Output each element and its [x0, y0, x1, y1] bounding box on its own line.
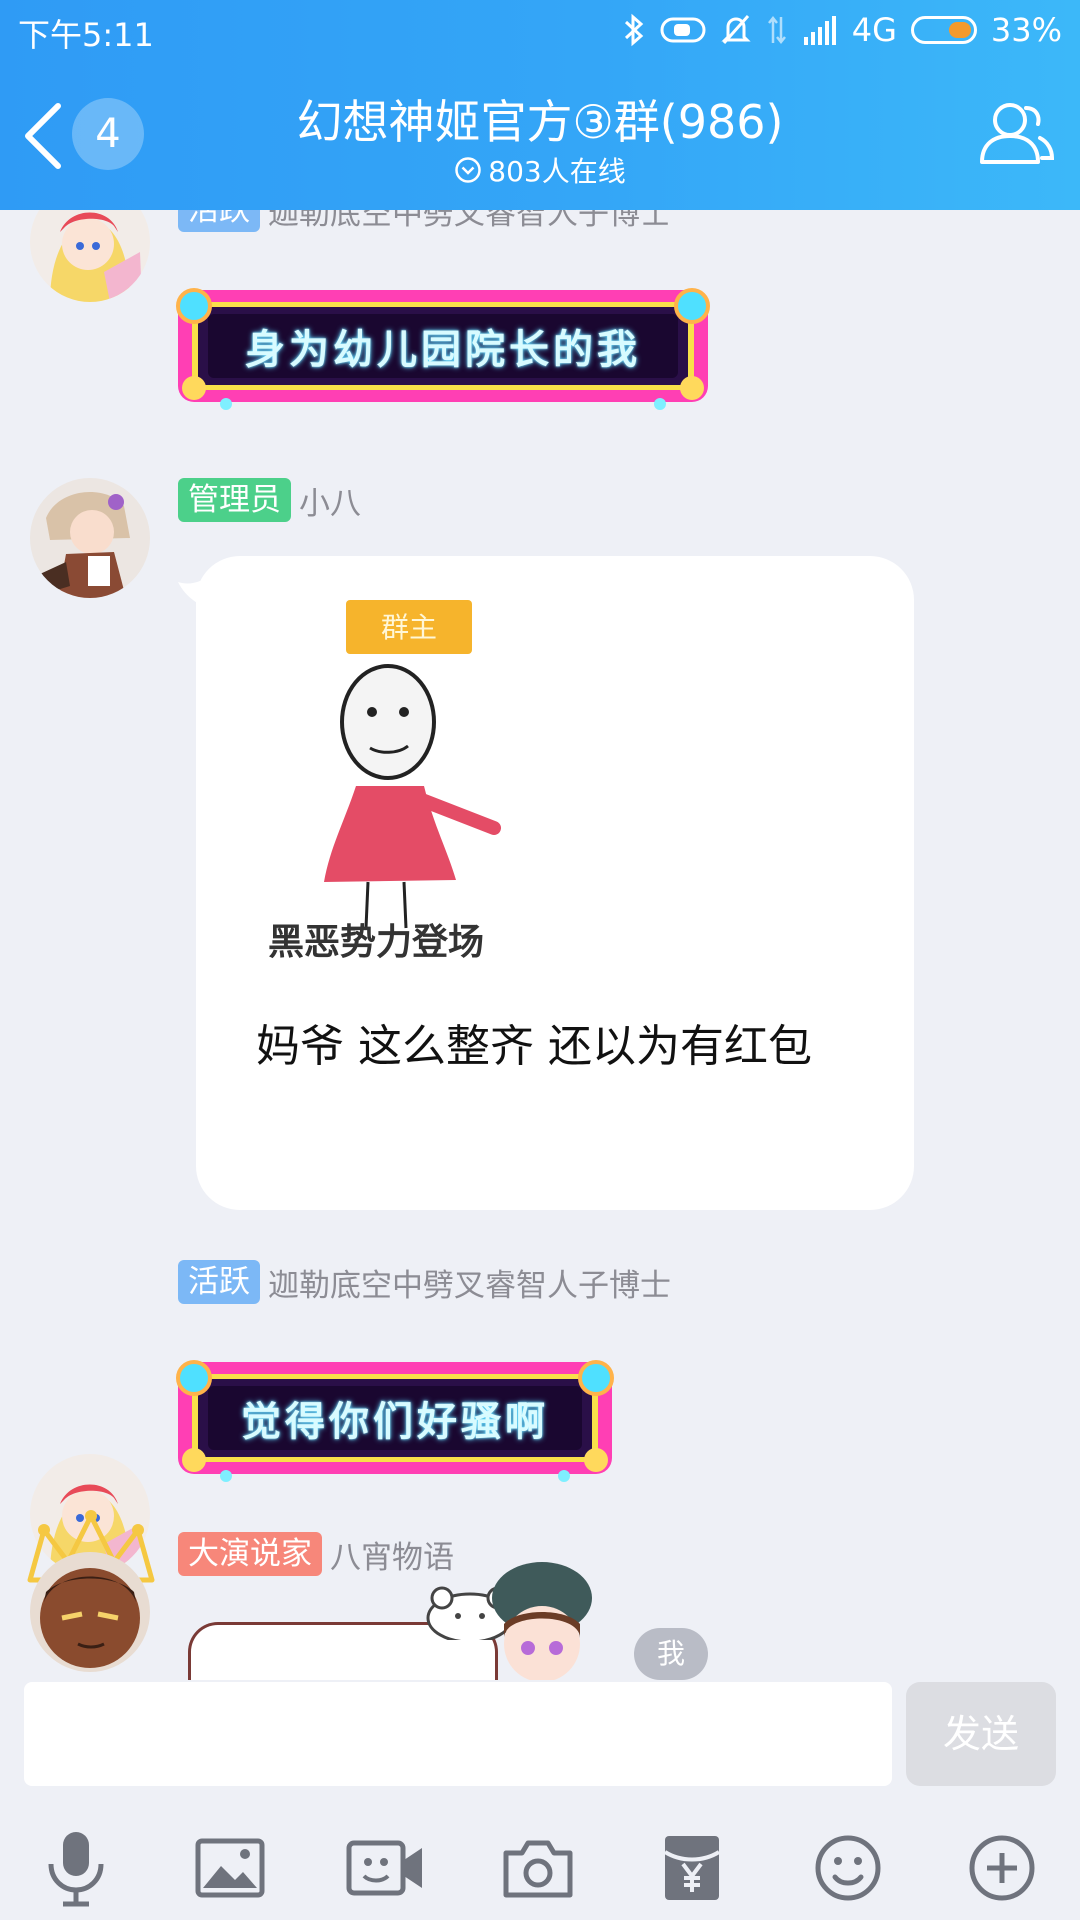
message-text: 妈爷 这么整齐 还以为有红包: [256, 1021, 812, 1072]
avatar[interactable]: [30, 210, 150, 302]
image-icon[interactable]: [182, 1820, 278, 1916]
message-input[interactable]: [24, 1682, 892, 1786]
emoji-icon[interactable]: [800, 1820, 896, 1916]
sticker-caption: 黑恶势力登场: [268, 922, 484, 960]
send-button[interactable]: 发送: [906, 1682, 1056, 1786]
me-badge: 我: [634, 1628, 708, 1680]
network-label: 4G: [851, 11, 897, 49]
message-bubble[interactable]: 群主 黑恶势力登场 妈爷 这么整齐 还以为有红包: [196, 556, 914, 1210]
mic-icon[interactable]: [28, 1820, 124, 1916]
sender-line: 管理员 小八: [178, 478, 361, 522]
mute-bell-icon: [721, 15, 751, 44]
sender-line: 大演说家 八宵物语: [178, 1532, 454, 1576]
fancy-bubble[interactable]: 觉得你们好骚啊: [168, 1352, 622, 1484]
camera-icon[interactable]: [490, 1820, 586, 1916]
bluetooth-icon: [624, 13, 643, 47]
plus-icon[interactable]: [954, 1820, 1050, 1916]
sender-name[interactable]: 小八: [299, 478, 361, 523]
status-time: 下午5:11: [18, 16, 154, 54]
data-arrows-icon: [767, 15, 786, 45]
red-packet-icon[interactable]: [644, 1820, 740, 1916]
group-title[interactable]: 幻想神姬官方③群(986): [0, 86, 1080, 152]
sender-name[interactable]: 迦勒底空中劈叉睿智人子博士: [268, 1260, 671, 1305]
signal-icon: [803, 16, 836, 45]
speaker-tag: 大演说家: [178, 1532, 322, 1576]
chevron-down-circle-icon: [455, 157, 482, 183]
avatar[interactable]: [30, 1552, 150, 1672]
chat-header: 下午5:11 4G 33% 4 幻想神姬官方③群(986) 803人在线: [0, 0, 1080, 210]
sticker-image[interactable]: 群主 黑恶势力登场: [258, 590, 558, 963]
fancy-bubble[interactable]: 身为幼儿园院长的我: [168, 280, 718, 412]
toggle-icon: [660, 17, 706, 43]
online-count-row[interactable]: 803人在线: [0, 150, 1080, 190]
sender-name[interactable]: 迦勒底空中劈叉睿智人子博士: [268, 210, 671, 233]
avatar[interactable]: [30, 478, 150, 598]
sticker-top-label: 群主: [381, 611, 437, 644]
status-bar: 下午5:11 4G 33%: [0, 0, 1080, 60]
chat-message-list[interactable]: 活跃 迦勒底空中劈叉睿智人子博士 身为幼儿园院长的我 管理员 小八 群主 黑恶势…: [0, 210, 1080, 1680]
input-toolbar: [0, 1810, 1080, 1920]
message-text: 觉得你们好骚啊: [241, 1398, 549, 1445]
video-call-icon[interactable]: [338, 1820, 434, 1916]
battery-icon: [910, 16, 977, 44]
message-text: 身为幼儿园院长的我: [245, 326, 641, 373]
group-members-icon[interactable]: [974, 96, 1056, 172]
member-tag: 活跃: [178, 210, 260, 232]
sender-line: 活跃 迦勒底空中劈叉睿智人子博士: [178, 1260, 671, 1304]
online-count: 803人在线: [488, 155, 626, 188]
girl-sticker-icon: [492, 1562, 592, 1680]
sender-line: 活跃 迦勒底空中劈叉睿智人子博士: [178, 210, 671, 232]
battery-percent: 33%: [990, 11, 1062, 49]
admin-tag: 管理员: [178, 478, 291, 522]
member-tag: 活跃: [178, 1260, 260, 1304]
input-panel: 发送: [0, 1680, 1080, 1920]
status-icons: 4G 33%: [622, 10, 1062, 50]
sender-name[interactable]: 八宵物语: [330, 1532, 454, 1577]
